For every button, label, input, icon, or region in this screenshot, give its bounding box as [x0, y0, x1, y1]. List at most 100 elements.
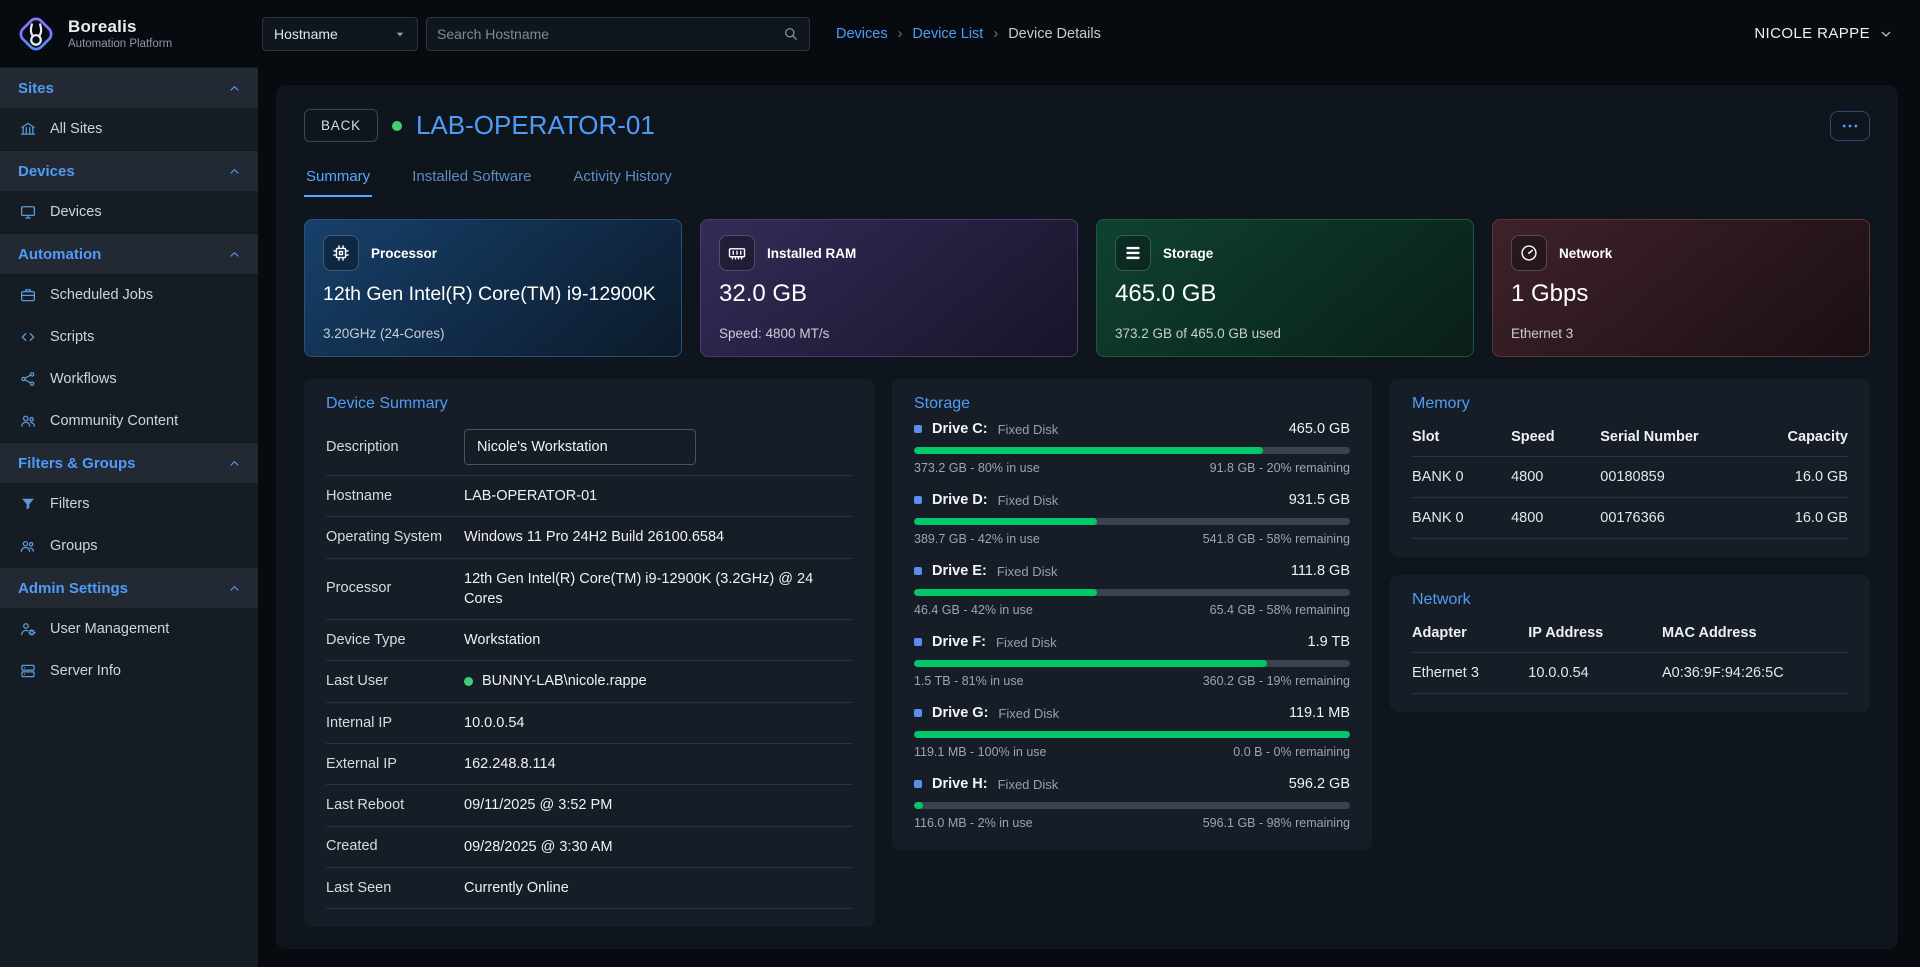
summary-value-wrap: Workstation: [464, 630, 852, 650]
borealis-logo-icon: [14, 12, 58, 56]
brand-subtitle: Automation Platform: [68, 38, 172, 50]
drive-used: 1.5 TB - 81% in use: [914, 674, 1024, 688]
tab-installed-software[interactable]: Installed Software: [410, 160, 533, 197]
sidebar-item-all-sites[interactable]: All Sites: [0, 108, 258, 150]
brand: Borealis Automation Platform: [0, 12, 258, 56]
tab-summary[interactable]: Summary: [304, 160, 372, 197]
summary-label: Processor: [326, 579, 464, 598]
sidebar-item-community-content[interactable]: Community Content: [0, 400, 258, 442]
chevron-up-icon: [227, 247, 242, 262]
drive-size: 465.0 GB: [1289, 421, 1350, 437]
sidebar-section-label: Devices: [18, 163, 75, 180]
summary-value: 09/28/2025 @ 3:30 AM: [464, 837, 613, 857]
sidebar-section-label: Automation: [18, 246, 101, 263]
drive-usage-bar: [914, 731, 1350, 738]
sidebar-section-sites[interactable]: Sites: [0, 67, 258, 108]
sidebar-item-label: User Management: [50, 621, 169, 637]
drive-remaining: 541.8 GB - 58% remaining: [1203, 532, 1350, 546]
drive-footer: 116.0 MB - 2% in use 596.1 GB - 98% rema…: [914, 816, 1350, 830]
drive-bullet-icon: [914, 638, 922, 646]
drive-footer: 1.5 TB - 81% in use 360.2 GB - 19% remai…: [914, 674, 1350, 688]
drive-name: Drive D:: [932, 492, 988, 508]
hostname-filter-dropdown[interactable]: Hostname: [262, 17, 418, 51]
sidebar-item-server-info[interactable]: Server Info: [0, 650, 258, 692]
body-row: Sites All Sites Devices Devices Automati…: [0, 67, 1920, 967]
stat-card-processor: Processor 12th Gen Intel(R) Core(TM) i9-…: [304, 219, 682, 357]
stat-card-footer: 3.20GHz (24-Cores): [323, 326, 663, 341]
drive-name: Drive E:: [932, 563, 987, 579]
search-input[interactable]: [437, 26, 782, 42]
sidebar-item-groups[interactable]: Groups: [0, 525, 258, 567]
network-col-adapter: Adapter: [1412, 625, 1528, 641]
drive-type: Fixed Disk: [998, 777, 1059, 792]
drive-usage-fill: [914, 802, 923, 809]
stat-card-label: Installed RAM: [767, 246, 856, 261]
more-actions-button[interactable]: [1830, 111, 1870, 141]
storage-icon: [1115, 235, 1151, 271]
description-input[interactable]: [464, 429, 696, 465]
drive-usage-bar: [914, 447, 1350, 454]
stat-cards: Processor 12th Gen Intel(R) Core(TM) i9-…: [304, 219, 1870, 357]
sidebar-section-admin-settings[interactable]: Admin Settings: [0, 567, 258, 608]
network-title: Network: [1412, 591, 1848, 609]
breadcrumb-separator: ›: [898, 26, 903, 42]
summary-label: Last User: [326, 672, 464, 691]
sidebar-item-label: Filters: [50, 496, 89, 512]
sidebar-item-label: Groups: [50, 538, 98, 554]
storage-title: Storage: [914, 395, 1350, 413]
user-menu-button[interactable]: NICOLE RAPPE: [1754, 25, 1894, 42]
sidebar-section-devices[interactable]: Devices: [0, 150, 258, 191]
sidebar-section-automation[interactable]: Automation: [0, 233, 258, 274]
summary-value-wrap: [464, 429, 852, 465]
summary-value: 162.248.8.114: [464, 754, 556, 774]
drive-used: 373.2 GB - 80% in use: [914, 461, 1040, 475]
summary-value: 09/11/2025 @ 3:52 PM: [464, 795, 612, 815]
summary-value: 10.0.0.54: [464, 713, 524, 733]
memory-title: Memory: [1412, 395, 1848, 413]
drive-bullet-icon: [914, 780, 922, 788]
memory-cell: 16.0 GB: [1749, 510, 1848, 526]
sidebar-item-workflows[interactable]: Workflows: [0, 358, 258, 400]
sidebar-item-devices[interactable]: Devices: [0, 191, 258, 233]
drive-footer: 373.2 GB - 80% in use 91.8 GB - 20% rema…: [914, 461, 1350, 475]
drive-remaining: 596.1 GB - 98% remaining: [1203, 816, 1350, 830]
sidebar-item-scripts[interactable]: Scripts: [0, 316, 258, 358]
sidebar: Sites All Sites Devices Devices Automati…: [0, 67, 258, 967]
drive-usage-fill: [914, 589, 1097, 596]
tab-activity-history[interactable]: Activity History: [571, 160, 673, 197]
filters-icon: [18, 495, 38, 513]
stat-card-label: Network: [1559, 246, 1612, 261]
memory-cell: BANK 0: [1412, 510, 1511, 526]
network-table-header: AdapterIP AddressMAC Address: [1412, 615, 1848, 653]
drive-row-drive-c: Drive C: Fixed Disk 465.0 GB 373.2 GB - …: [914, 421, 1350, 475]
memory-cell: 00180859: [1600, 469, 1749, 485]
sidebar-item-scheduled-jobs[interactable]: Scheduled Jobs: [0, 274, 258, 316]
summary-row-internal-ip: Internal IP10.0.0.54: [326, 703, 852, 744]
sidebar-item-user-management[interactable]: User Management: [0, 608, 258, 650]
breadcrumb-devices[interactable]: Devices: [836, 26, 888, 42]
breadcrumb-device-details: Device Details: [1008, 26, 1101, 42]
chevron-up-icon: [227, 456, 242, 471]
stat-card-label: Processor: [371, 246, 437, 261]
device-summary-title: Device Summary: [326, 395, 852, 413]
stat-card-network: Network 1 Gbps Ethernet 3: [1492, 219, 1870, 357]
memory-panel: Memory SlotSpeedSerial NumberCapacity BA…: [1390, 379, 1870, 557]
summary-row-device-type: Device TypeWorkstation: [326, 620, 852, 661]
network-panel: Network AdapterIP AddressMAC Address Eth…: [1390, 575, 1870, 712]
device-tabs: Summary Installed Software Activity Histor…: [304, 160, 1870, 197]
storage-panel: Storage Drive C: Fixed Disk 465.0 GB 373…: [892, 379, 1372, 850]
network-table-body: Ethernet 310.0.0.54A0:36:9F:94:26:5C: [1412, 653, 1848, 694]
summary-row-operating-system: Operating SystemWindows 11 Pro 24H2 Buil…: [326, 517, 852, 558]
sidebar-section-filters-groups[interactable]: Filters & Groups: [0, 442, 258, 483]
network-cell: A0:36:9F:94:26:5C: [1662, 665, 1848, 681]
drive-header: Drive F: Fixed Disk 1.9 TB: [914, 634, 1350, 650]
drive-type: Fixed Disk: [997, 564, 1058, 579]
summary-label: Last Seen: [326, 879, 464, 898]
breadcrumb-device-list[interactable]: Device List: [912, 26, 983, 42]
cpu-icon: [323, 235, 359, 271]
sidebar-item-filters[interactable]: Filters: [0, 483, 258, 525]
back-button[interactable]: BACK: [304, 109, 378, 142]
summary-label: Internal IP: [326, 714, 464, 733]
network-cell: 10.0.0.54: [1528, 665, 1662, 681]
drives-list: Drive C: Fixed Disk 465.0 GB 373.2 GB - …: [914, 421, 1350, 830]
